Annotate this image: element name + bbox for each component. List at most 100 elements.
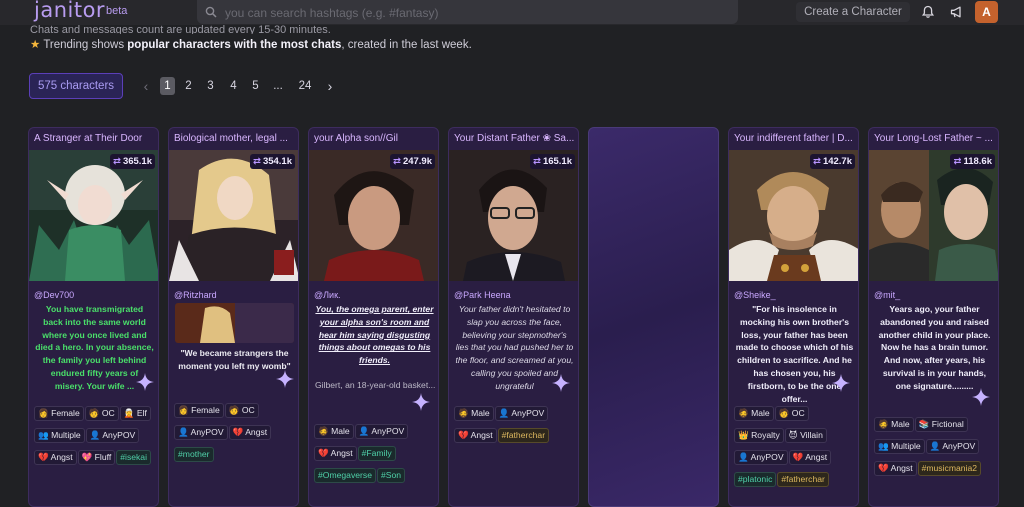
tag-list: 👩 Female 🧑 OC 🧝 Elf 👥 Multiple 👤 AnyPOV 💔 Ang… (34, 403, 158, 469)
character-card[interactable]: Your indifferent father | D... ⇄ 142.7k @… (728, 127, 859, 507)
tag[interactable]: 💔 Angst (228, 425, 272, 440)
app-logo[interactable]: janitor (34, 0, 105, 22)
tag[interactable]: 👤 AnyPOV (174, 425, 228, 440)
hashtag[interactable]: #musicmania2 (917, 461, 981, 476)
trending-info: ★ Trending shows popular characters with … (30, 39, 472, 51)
author-link[interactable]: @mit_ (874, 290, 900, 300)
tag[interactable]: 💖 Fluff (77, 450, 116, 465)
tag[interactable]: 👥 Multiple (34, 428, 85, 443)
search-bar[interactable] (197, 0, 738, 24)
hashtag[interactable]: #mother (174, 447, 214, 462)
tag[interactable]: 🧔 Male (874, 417, 914, 432)
chat-count-badge: ⇄ 165.1k (529, 154, 575, 169)
tag[interactable]: 🧝 Elf (119, 406, 151, 421)
chat-count-badge: ⇄ 142.7k (809, 154, 855, 169)
next-page-icon[interactable]: › (323, 77, 337, 95)
description-extra: Gilbert, an 18-year-old basket... (315, 380, 435, 390)
sparkle-icon (276, 370, 294, 388)
chat-icon: ⇄ (112, 156, 121, 167)
top-bar: janitor beta Create a Character A (0, 0, 1024, 25)
tag[interactable]: 🧑 OC (774, 406, 809, 421)
tag[interactable]: 🧔 Male (314, 424, 354, 439)
page-1[interactable]: 1 (160, 77, 175, 95)
tag[interactable]: 👤 AnyPOV (734, 450, 788, 465)
search-input[interactable] (223, 2, 727, 24)
tag[interactable]: 💔 Angst (874, 461, 917, 476)
tag[interactable]: 👤 AnyPOV (85, 428, 140, 443)
tag[interactable]: 👥 Multiple (874, 439, 925, 454)
character-image[interactable] (169, 150, 298, 281)
card-title: Biological mother, legal ... (174, 133, 288, 144)
user-avatar[interactable]: A (975, 1, 998, 23)
tag[interactable]: 👩 Female (174, 403, 224, 418)
character-card[interactable]: Your Distant Father ❀ Sa... ⇄ 165.1k @Par… (448, 127, 579, 507)
chat-count-badge: ⇄ 247.9k (389, 154, 435, 169)
character-image[interactable] (449, 150, 578, 281)
author-link[interactable]: @Лик. (314, 290, 341, 300)
tag[interactable]: 🧔 Male (454, 406, 494, 421)
tag[interactable]: 👤 AnyPOV (925, 439, 980, 454)
tag-list: 🧔 Male 🧑 OC 👑 Royalty 😈 Villain 👤 AnyPOV 💔 An… (734, 403, 858, 491)
hashtag[interactable]: #Omegaverse (314, 468, 376, 483)
chat-count-badge: ⇄ 365.1k (109, 154, 155, 169)
card-title: Your Long-Lost Father ~ ... (874, 133, 993, 144)
tag[interactable]: 👩 Female (34, 406, 84, 421)
character-count-badge: 575 characters (29, 73, 123, 99)
tag[interactable]: 👤 AnyPOV (354, 424, 409, 439)
create-character-button[interactable]: Create a Character (796, 2, 910, 22)
page-4[interactable]: 4 (226, 77, 241, 95)
character-image[interactable] (29, 150, 158, 281)
megaphone-icon[interactable] (949, 4, 965, 20)
page-3[interactable]: 3 (203, 77, 218, 95)
chat-icon: ⇄ (812, 156, 821, 167)
tag[interactable]: 🧑 OC (84, 406, 119, 421)
tag[interactable]: 💔 Angst (314, 446, 357, 461)
card-description: "We became strangers the moment you left… (178, 348, 291, 371)
sparkle-icon (832, 374, 850, 392)
sparkle-icon (136, 373, 154, 391)
chat-count-badge: ⇄ 354.1k (249, 154, 295, 169)
hashtag[interactable]: #fatherchar (777, 472, 829, 487)
tag[interactable]: 💔 Angst (34, 450, 77, 465)
hashtag[interactable]: #isekai (116, 450, 152, 465)
author-link[interactable]: @Ritzhard (174, 290, 217, 300)
hashtag[interactable]: #platonic (734, 472, 777, 487)
tag[interactable]: 📚 Fictional (914, 417, 968, 432)
beta-badge: beta (106, 5, 128, 17)
hashtag[interactable]: #fatherchar (497, 428, 550, 443)
tag[interactable]: 👤 AnyPOV (494, 406, 549, 421)
character-card[interactable]: Your Long-Lost Father ~ ... ⇄ 118.6k @mit… (868, 127, 999, 507)
tag[interactable]: 🧑 OC (224, 403, 259, 418)
hashtag[interactable]: #Family (357, 446, 396, 461)
card-description: You, the omega parent, enter your alpha … (315, 304, 434, 366)
page-5[interactable]: 5 (248, 77, 263, 95)
tag[interactable]: 💔 Angst (788, 450, 832, 465)
character-image[interactable] (309, 150, 438, 281)
hashtag[interactable]: #Son (376, 468, 406, 483)
tag-list: 🧔 Male 👤 AnyPOV 💔 Angst #Family #Omegaverse #… (314, 421, 438, 487)
author-link[interactable]: @Park Heena (454, 290, 511, 300)
author-link[interactable]: @Sheike_ (734, 290, 776, 300)
chat-icon: ⇄ (252, 156, 261, 167)
character-card[interactable]: your Alpha son//Gil ⇄ 247.9k @Лик. You, t… (308, 127, 439, 507)
page-24[interactable]: 24 (295, 77, 315, 95)
search-icon (205, 6, 217, 18)
chat-icon: ⇄ (953, 156, 962, 167)
update-info: Chats and messages count are updated eve… (30, 24, 331, 34)
character-image[interactable] (869, 150, 998, 281)
tag[interactable]: 🧔 Male (734, 406, 774, 421)
tag[interactable]: 💔 Angst (454, 428, 497, 443)
sparkle-icon (412, 393, 430, 411)
tag[interactable]: 👑 Royalty (734, 428, 784, 443)
card-title: Your Distant Father ❀ Sa... (454, 133, 575, 144)
character-card[interactable]: A Stranger at Their Door ⇄ 365.1k @Dev700… (28, 127, 159, 507)
chat-icon: ⇄ (532, 156, 541, 167)
card-description: Years ago, your father abandoned you and… (878, 304, 991, 391)
character-card[interactable]: Biological mother, legal ... ⇄ 354.1k @Ri… (168, 127, 299, 507)
character-image[interactable] (729, 150, 858, 281)
page-2[interactable]: 2 (181, 77, 196, 95)
author-link[interactable]: @Dev700 (34, 290, 74, 300)
tag[interactable]: 😈 Villain (784, 428, 827, 443)
bell-icon[interactable] (920, 4, 936, 20)
prev-page-icon[interactable]: ‹ (139, 77, 153, 95)
